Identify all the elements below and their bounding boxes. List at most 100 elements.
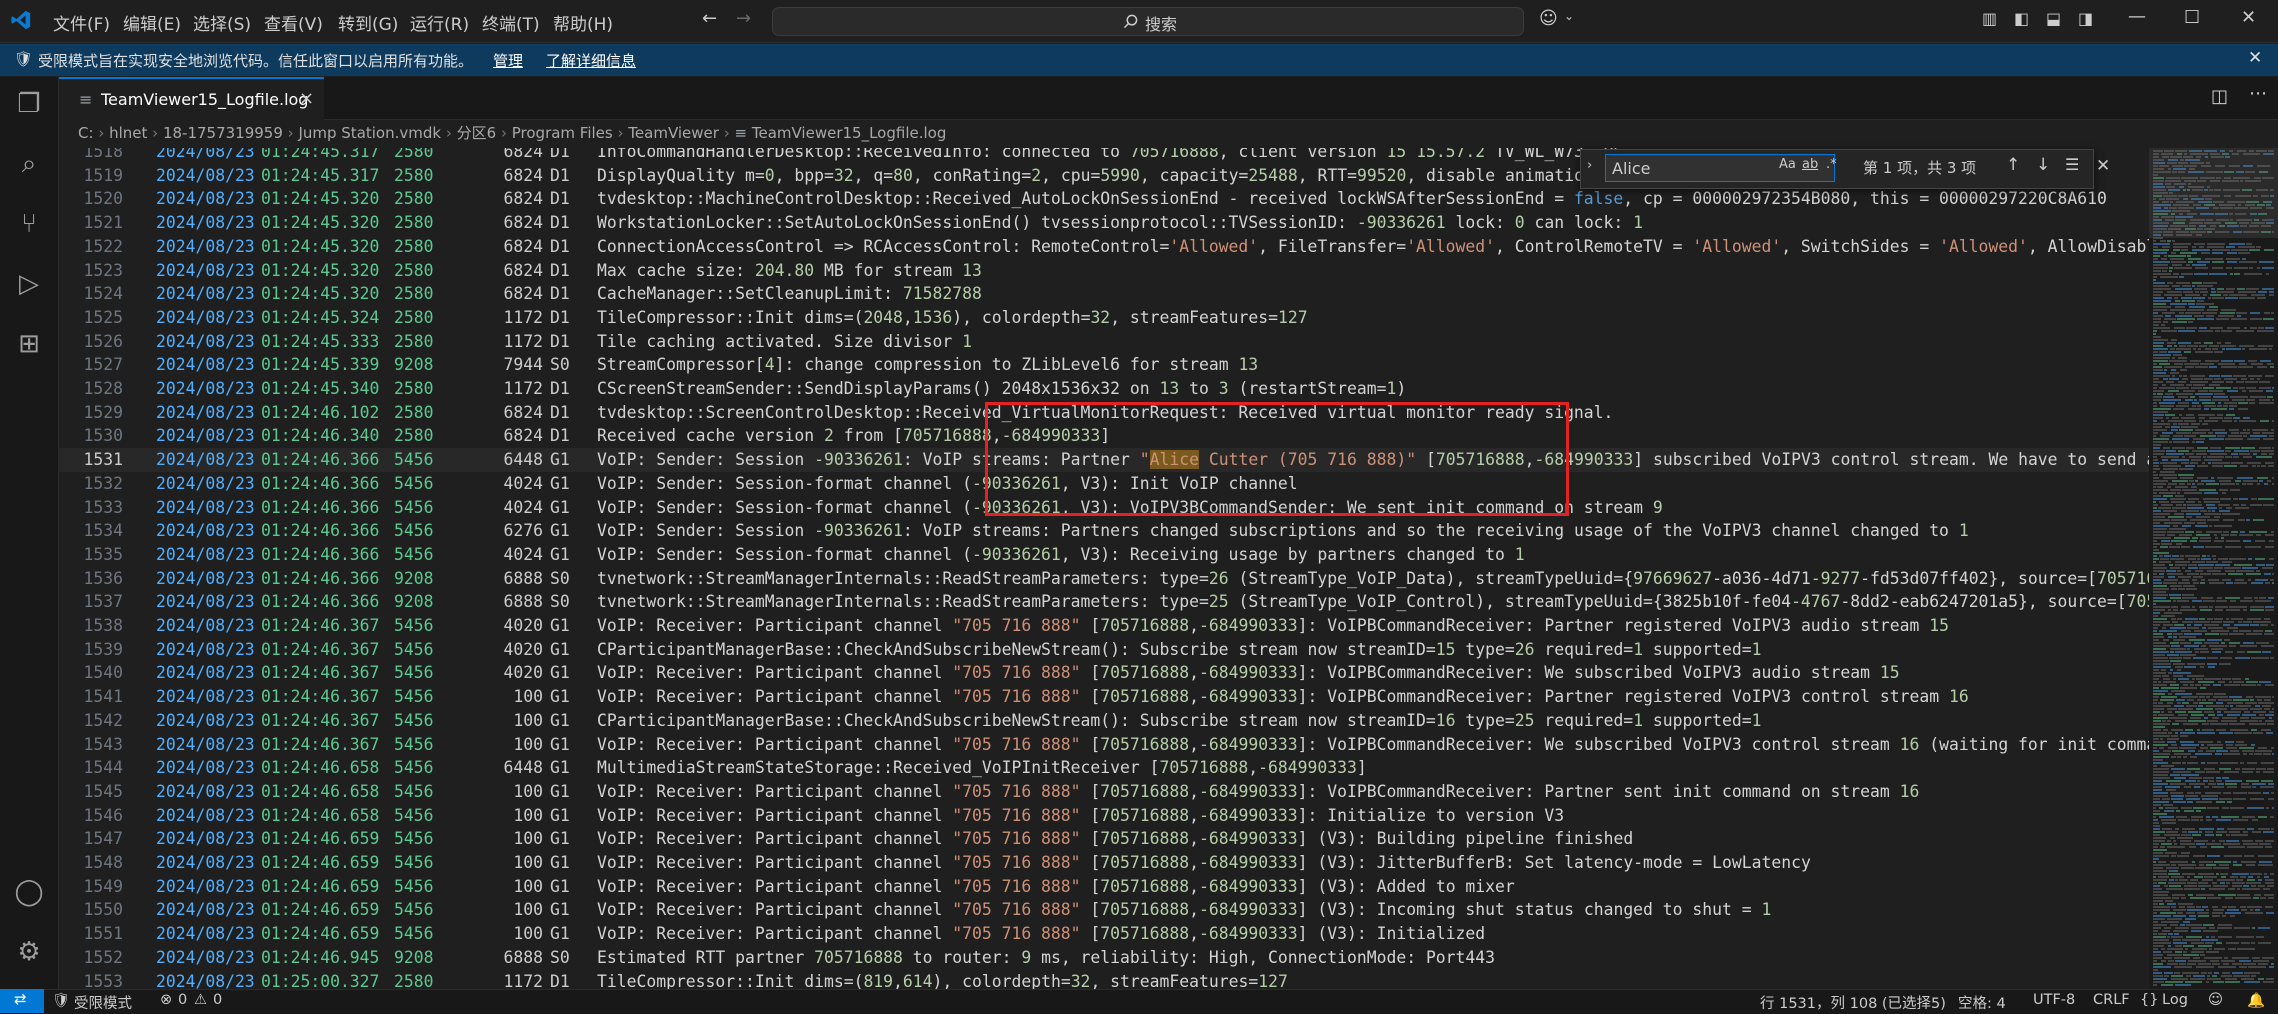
log-line[interactable]: 1528 2024/08/23 01:24:45.340 2580 1172 D1 CScr… xyxy=(59,377,2149,401)
menu-help[interactable]: 帮助(H) xyxy=(553,10,613,35)
log-line[interactable]: 1548 2024/08/23 01:24:46.659 5456 100 G1 VoIP:… xyxy=(59,851,2149,875)
next-match-icon[interactable]: ↓ xyxy=(2036,155,2050,175)
log-line[interactable]: 1545 2024/08/23 01:24:46.658 5456 100 G1 VoIP:… xyxy=(59,780,2149,804)
minimap[interactable] xyxy=(2149,148,2278,989)
toggle-replace-icon[interactable]: › xyxy=(1587,158,1592,173)
log-line[interactable]: 1526 2024/08/23 01:24:45.333 2580 1172 D1 Tile… xyxy=(59,330,2149,354)
breadcrumb-item[interactable]: Jump Station.vmdk xyxy=(298,124,441,142)
editor-content[interactable]: 1518 2024/08/23 01:24:45.317 2580 6824 D1 Info… xyxy=(59,148,2149,989)
forward-arrow-icon[interactable]: → xyxy=(736,8,751,29)
find-in-selection-icon[interactable]: ☰ xyxy=(2065,155,2079,174)
toggle-panel-icon[interactable]: ⬓ xyxy=(2046,9,2061,28)
menu-go[interactable]: 转到(G) xyxy=(338,10,398,35)
log-line[interactable]: 1552 2024/08/23 01:24:46.945 9208 6888 S0 Esti… xyxy=(59,946,2149,970)
source-control-icon[interactable]: ⑂ xyxy=(14,209,44,239)
whole-word-option[interactable]: ab xyxy=(1802,157,1818,172)
breadcrumb-item[interactable]: TeamViewer xyxy=(628,124,719,142)
encoding[interactable]: UTF-8 xyxy=(2033,992,2075,1008)
log-pid: 2580 xyxy=(394,379,434,398)
notifications-bell-icon[interactable]: 🔔 xyxy=(2247,992,2265,1009)
learn-more-link[interactable]: 了解详细信息 xyxy=(546,50,636,71)
log-line[interactable]: 1547 2024/08/23 01:24:46.659 5456 100 G1 VoIP:… xyxy=(59,827,2149,851)
extensions-icon[interactable]: ⊞ xyxy=(14,329,44,359)
explorer-icon[interactable]: ❐ xyxy=(14,89,44,119)
minimize-icon[interactable]: — xyxy=(2128,6,2146,27)
regex-option[interactable]: .* xyxy=(1826,157,1837,172)
maximize-icon[interactable]: ☐ xyxy=(2184,7,2200,28)
close-find-icon[interactable]: ✕ xyxy=(2096,156,2110,176)
braces-icon[interactable]: {} xyxy=(2140,992,2158,1008)
log-line[interactable]: 1520 2024/08/23 01:24:45.320 2580 6824 D1 tvde… xyxy=(59,187,2149,211)
menu-terminal[interactable]: 终端(T) xyxy=(482,10,540,35)
log-line[interactable]: 1525 2024/08/23 01:24:45.324 2580 1172 D1 Tile… xyxy=(59,306,2149,330)
chevron-down-icon[interactable]: ⌄ xyxy=(1564,9,1574,23)
minimap-mark xyxy=(2271,531,2274,533)
breadcrumb-item[interactable]: 18-1757319959 xyxy=(163,124,283,142)
remote-indicator[interactable]: ⇄ xyxy=(0,989,44,1013)
log-line[interactable]: 1546 2024/08/23 01:24:46.658 5456 100 G1 VoIP:… xyxy=(59,804,2149,828)
command-center-search[interactable]: 搜索 xyxy=(772,7,1524,36)
log-line[interactable]: 1543 2024/08/23 01:24:46.367 5456 100 G1 VoIP:… xyxy=(59,733,2149,757)
back-arrow-icon[interactable]: ← xyxy=(702,8,717,29)
close-banner-icon[interactable]: ✕ xyxy=(2248,48,2262,68)
close-tab-icon[interactable]: × xyxy=(299,88,314,109)
match-case-option[interactable]: Aa xyxy=(1779,157,1796,172)
log-line[interactable]: 1540 2024/08/23 01:24:46.367 5456 4020 G1 VoIP… xyxy=(59,661,2149,685)
warning-count[interactable]: 0 xyxy=(213,992,222,1008)
manage-link[interactable]: 管理 xyxy=(493,50,523,71)
indentation[interactable]: 空格: 4 xyxy=(1958,992,2006,1013)
log-line[interactable]: 1521 2024/08/23 01:24:45.320 2580 6824 D1 Work… xyxy=(59,211,2149,235)
log-line[interactable]: 1537 2024/08/23 01:24:46.366 9208 6888 S0 tvne… xyxy=(59,590,2149,614)
restricted-mode-status[interactable]: 受限模式 xyxy=(74,992,132,1013)
log-line[interactable]: 1522 2024/08/23 01:24:45.320 2580 6824 D1 Conn… xyxy=(59,235,2149,259)
menu-selection[interactable]: 选择(S) xyxy=(193,10,251,35)
menu-edit[interactable]: 编辑(E) xyxy=(123,10,181,35)
log-line[interactable]: 1523 2024/08/23 01:24:45.320 2580 6824 D1 Max … xyxy=(59,259,2149,283)
log-line[interactable]: 1549 2024/08/23 01:24:46.659 5456 100 G1 VoIP:… xyxy=(59,875,2149,899)
log-line[interactable]: 1535 2024/08/23 01:24:46.366 5456 4024 G1 VoIP… xyxy=(59,543,2149,567)
previous-match-icon[interactable]: ↑ xyxy=(2006,155,2020,175)
search-view-icon[interactable]: ⌕ xyxy=(14,149,44,179)
menu-view[interactable]: 查看(V) xyxy=(264,10,323,35)
log-line[interactable]: 1541 2024/08/23 01:24:46.367 5456 100 G1 VoIP:… xyxy=(59,685,2149,709)
close-window-icon[interactable]: ✕ xyxy=(2241,7,2256,28)
cursor-position[interactable]: 行 1531，列 108 (已选择5) xyxy=(1760,992,1946,1013)
more-actions-icon[interactable]: ⋯ xyxy=(2249,83,2267,104)
toggle-primary-sidebar-icon[interactable]: ◧ xyxy=(2014,9,2029,28)
split-editor-icon[interactable]: ◫ xyxy=(2211,86,2228,107)
log-line[interactable]: 1544 2024/08/23 01:24:46.658 5456 6448 G1 Mult… xyxy=(59,756,2149,780)
log-line[interactable]: 1536 2024/08/23 01:24:46.366 9208 6888 S0 tvne… xyxy=(59,567,2149,591)
menu-file[interactable]: 文件(F) xyxy=(53,10,110,35)
breadcrumb-item[interactable]: TeamViewer15_Logfile.log xyxy=(752,124,947,142)
copilot-status-icon[interactable]: ☺ xyxy=(2208,992,2223,1008)
breadcrumb-item[interactable]: 分区6 xyxy=(457,124,497,142)
line-ending[interactable]: CRLF xyxy=(2093,992,2130,1008)
log-line[interactable]: 1539 2024/08/23 01:24:46.367 5456 4020 G1 CPar… xyxy=(59,638,2149,662)
breadcrumb-item[interactable]: Program Files xyxy=(512,124,613,142)
toggle-secondary-sidebar-icon[interactable]: ◨ xyxy=(2078,9,2093,28)
breadcrumb-item[interactable]: hlnet xyxy=(109,124,147,142)
accounts-icon[interactable]: ◯ xyxy=(14,877,44,907)
find-input[interactable] xyxy=(1605,154,1835,182)
log-line[interactable]: 1538 2024/08/23 01:24:46.367 5456 4020 G1 VoIP… xyxy=(59,614,2149,638)
log-line[interactable]: 1553 2024/08/23 01:25:00.327 2580 1172 D1 Tile… xyxy=(59,970,2149,990)
log-line[interactable]: 1527 2024/08/23 01:24:45.339 9208 7944 S0 Stre… xyxy=(59,353,2149,377)
language-mode[interactable]: Log xyxy=(2162,992,2188,1008)
tab-logfile[interactable]: ≡ TeamViewer15_Logfile.log × xyxy=(59,77,324,121)
breadcrumb-item[interactable]: C: xyxy=(78,124,94,142)
menu-run[interactable]: 运行(R) xyxy=(410,10,469,35)
log-line[interactable]: 1551 2024/08/23 01:24:46.659 5456 100 G1 VoIP:… xyxy=(59,922,2149,946)
log-line[interactable]: 1550 2024/08/23 01:24:46.659 5456 100 G1 VoIP:… xyxy=(59,898,2149,922)
copilot-icon[interactable]: ☺ xyxy=(1539,8,1558,29)
error-count[interactable]: 0 xyxy=(178,992,187,1008)
settings-gear-icon[interactable]: ⚙ xyxy=(14,937,44,967)
customize-layout-icon[interactable]: ▥ xyxy=(1982,9,1997,28)
run-debug-icon[interactable]: ▷ xyxy=(14,269,44,299)
minimap-mark xyxy=(2184,645,2199,647)
log-line[interactable]: 1534 2024/08/23 01:24:46.366 5456 6276 G1 VoIP… xyxy=(59,519,2149,543)
warning-icon[interactable]: ⚠ xyxy=(194,992,207,1008)
minimap-slider[interactable] xyxy=(2149,148,2278,238)
log-line[interactable]: 1524 2024/08/23 01:24:45.320 2580 6824 D1 Cach… xyxy=(59,282,2149,306)
error-icon[interactable]: ⊗ xyxy=(160,992,172,1008)
log-line[interactable]: 1542 2024/08/23 01:24:46.367 5456 100 G1 CPart… xyxy=(59,709,2149,733)
